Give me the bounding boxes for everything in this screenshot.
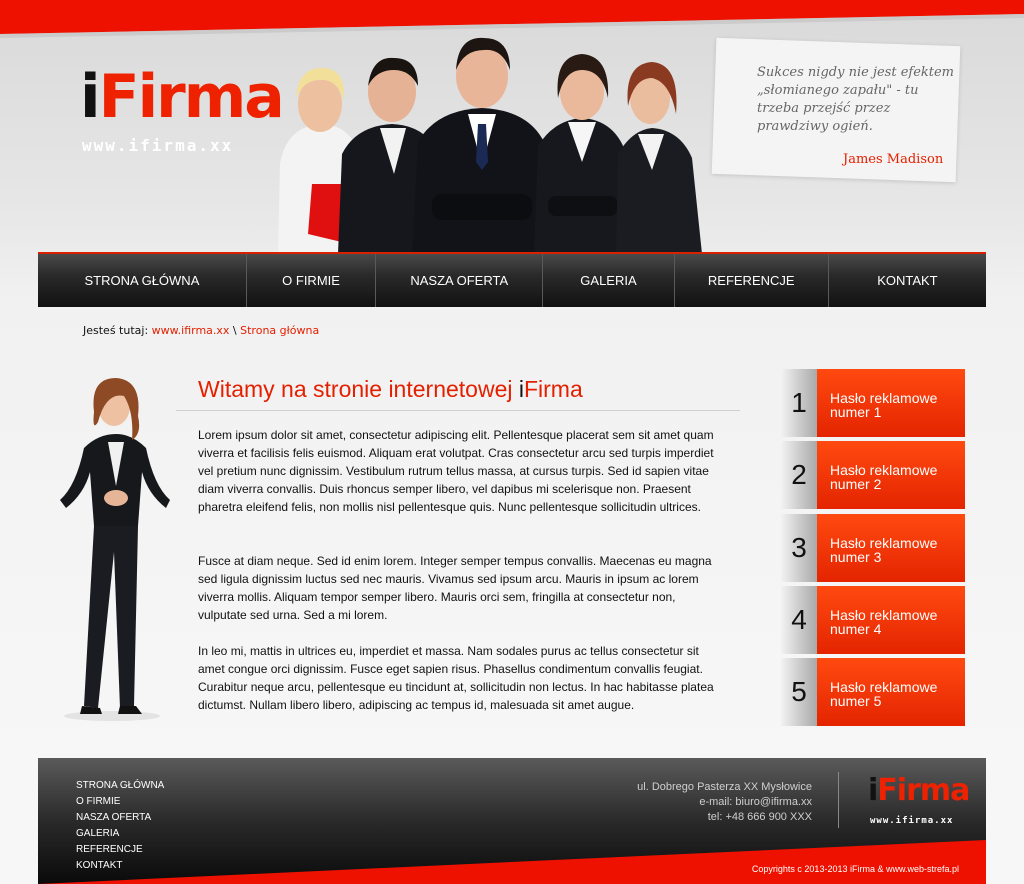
breadcrumb-current-link[interactable]: Strona główna [240, 324, 319, 337]
page-title: Witamy na stronie internetowej iFirma [198, 376, 583, 403]
quote-text: Sukces nigdy nie jest efektem „słomianeg… [757, 65, 955, 134]
content-paragraph-3: In leo mi, mattis in ultrices eu, imperd… [198, 644, 714, 712]
slogan-text: Hasło reklamowe numer 3 [817, 514, 965, 582]
businesswoman-image [60, 378, 170, 721]
slogan-number: 3 [781, 514, 817, 582]
nav-item-references[interactable]: REFERENCJE [675, 254, 829, 307]
slogan-number: 5 [781, 658, 817, 726]
breadcrumb-separator: \ [232, 324, 237, 337]
main-nav: STRONA GŁÓWNA O FIRMIE NASZA OFERTA GALE… [38, 252, 986, 307]
slogan-number: 2 [781, 441, 817, 509]
slogan-text: Hasło reklamowe numer 1 [817, 369, 965, 437]
slogan-box-1[interactable]: 1 Hasło reklamowe numer 1 [781, 369, 965, 437]
slogan-box-2[interactable]: 2 Hasło reklamowe numer 2 [781, 441, 965, 509]
footer-logo-text: iFirma [868, 773, 970, 808]
footer-divider [838, 772, 839, 828]
nav-item-gallery[interactable]: GALERIA [543, 254, 675, 307]
team-member-4 [534, 54, 630, 254]
breadcrumb: Jesteś tutaj: www.ifirma.xx \ Strona głó… [83, 324, 319, 337]
slogan-box-3[interactable]: 3 Hasło reklamowe numer 3 [781, 514, 965, 582]
nav-item-home[interactable]: STRONA GŁÓWNA [38, 254, 247, 307]
content-paragraph-2: Fusce at diam neque. Sed id enim lorem. … [198, 554, 712, 622]
footer-logo-url: www.ifirma.xx [870, 816, 954, 826]
breadcrumb-home-link[interactable]: www.ifirma.xx [152, 324, 230, 337]
logo-text: iFirma [80, 62, 285, 132]
team-member-3 [412, 37, 552, 254]
nav-item-offer[interactable]: NASZA OFERTA [376, 254, 544, 307]
logo-letter-i: i [80, 62, 101, 132]
footer-link-contact[interactable]: KONTAKT [76, 858, 164, 874]
team-photo [278, 37, 702, 254]
breadcrumb-label: Jesteś tutaj: [83, 324, 149, 337]
slogan-box-4[interactable]: 4 Hasło reklamowe numer 4 [781, 586, 965, 654]
title-divider [176, 410, 740, 411]
site-logo[interactable]: iFirma [80, 62, 285, 132]
slogan-number: 1 [781, 369, 817, 437]
nav-item-about[interactable]: O FIRMIE [247, 254, 377, 307]
footer-email: e-mail: biuro@ifirma.xx [699, 796, 812, 808]
footer-link-home[interactable]: STRONA GŁÓWNA [76, 778, 164, 794]
slogan-box-5[interactable]: 5 Hasło reklamowe numer 5 [781, 658, 965, 726]
team-member-5 [616, 62, 702, 254]
slogan-text: Hasło reklamowe numer 5 [817, 658, 965, 726]
footer-address: ul. Dobrego Pasterza XX Mysłowice [637, 781, 812, 793]
logo-url: www.ifirma.xx [82, 136, 234, 155]
footer-links: STRONA GŁÓWNA O FIRMIE NASZA OFERTA GALE… [76, 778, 164, 874]
logo-word-firma: Firma [98, 62, 285, 132]
footer: STRONA GŁÓWNA O FIRMIE NASZA OFERTA GALE… [38, 758, 986, 884]
slogan-text: Hasło reklamowe numer 2 [817, 441, 965, 509]
footer-phone: tel: +48 666 900 XXX [707, 811, 812, 823]
footer-contact-info: ul. Dobrego Pasterza XX Mysłowice e-mail… [637, 780, 812, 825]
slogan-text: Hasło reklamowe numer 4 [817, 586, 965, 654]
slogan-number: 4 [781, 586, 817, 654]
footer-link-offer[interactable]: NASZA OFERTA [76, 810, 164, 826]
quote-author: James Madison [843, 152, 944, 167]
page-title-firma: Firma [523, 376, 583, 402]
copyright-text: Copyrights c 2013-2013 iFirma & www.web-… [751, 864, 959, 874]
content-paragraph-1: Lorem ipsum dolor sit amet, consectetur … [198, 428, 714, 514]
footer-logo[interactable]: iFirma [868, 773, 970, 808]
page-title-text: Witamy na stronie internetowej [198, 376, 519, 402]
nav-item-contact[interactable]: KONTAKT [829, 254, 986, 307]
footer-link-gallery[interactable]: GALERIA [76, 826, 164, 842]
footer-link-about[interactable]: O FIRMIE [76, 794, 164, 810]
footer-link-references[interactable]: REFERENCJE [76, 842, 164, 858]
